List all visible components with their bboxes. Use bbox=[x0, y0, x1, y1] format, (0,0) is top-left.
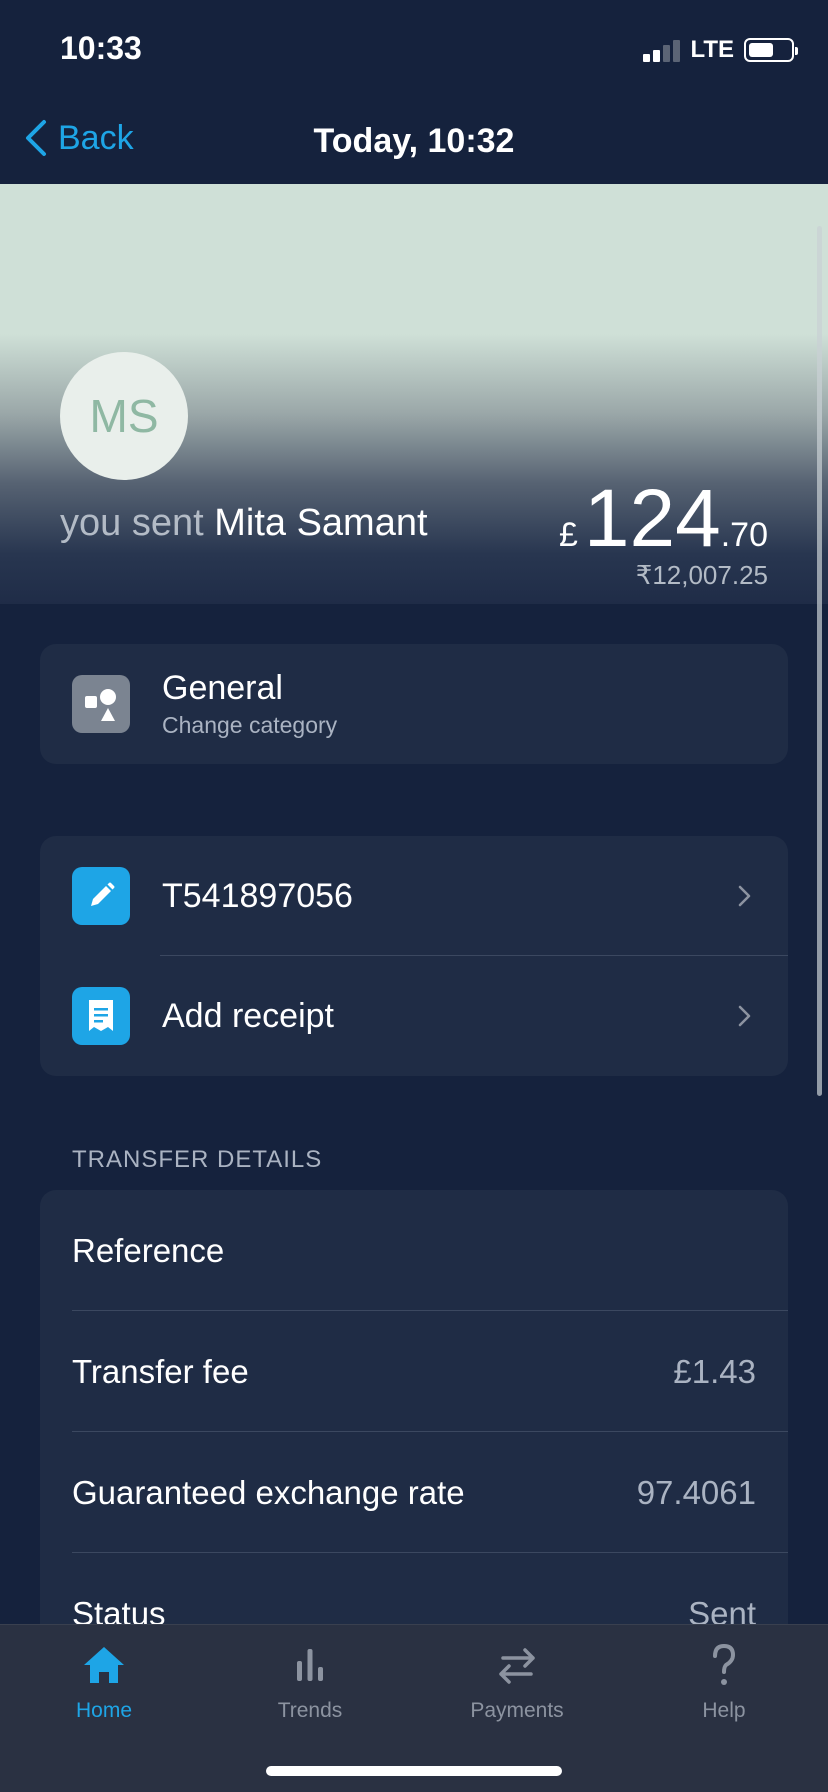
converted-amount: ₹12,007.25 bbox=[635, 560, 768, 590]
note-row[interactable]: T541897056 bbox=[40, 836, 788, 956]
transfer-details-card: Reference Transfer fee £1.43 Guaranteed … bbox=[40, 1190, 788, 1674]
category-title: General bbox=[162, 669, 283, 707]
detail-label: Guaranteed exchange rate bbox=[72, 1473, 465, 1511]
category-row[interactable]: General Change category bbox=[40, 644, 788, 764]
detail-value: 97.4061 bbox=[636, 1473, 756, 1511]
detail-row-transfer-fee: Transfer fee £1.43 bbox=[40, 1311, 788, 1432]
change-category-link[interactable]: Change category bbox=[162, 712, 756, 739]
chevron-right-icon bbox=[738, 1005, 751, 1027]
nav-bar: Back Today, 10:32 bbox=[0, 100, 828, 184]
battery-icon bbox=[744, 38, 798, 62]
tab-label: Home bbox=[75, 1699, 133, 1722]
page-title: Today, 10:32 bbox=[313, 122, 515, 160]
detail-label: Transfer fee bbox=[72, 1352, 249, 1390]
amount: £ 124 .70 bbox=[559, 472, 768, 566]
note-label: T541897056 bbox=[162, 876, 353, 915]
home-icon bbox=[84, 1647, 124, 1683]
tab-trends[interactable]: Trends bbox=[230, 1641, 390, 1723]
recipient-name[interactable]: Mita Samant bbox=[214, 502, 427, 544]
tab-home[interactable]: Home bbox=[24, 1641, 184, 1723]
network-type: LTE bbox=[690, 36, 734, 63]
scrollbar[interactable] bbox=[817, 226, 822, 1096]
bar-chart-icon bbox=[297, 1649, 323, 1681]
status-indicators: LTE bbox=[643, 36, 798, 64]
transaction-header: MS you sent Mita Samant £ 124 .70 ₹12,00… bbox=[0, 184, 828, 604]
add-receipt-label: Add receipt bbox=[162, 996, 334, 1035]
detail-value: £1.43 bbox=[673, 1352, 756, 1390]
shapes-icon bbox=[72, 675, 130, 733]
amount-whole: 124 bbox=[583, 473, 721, 564]
tab-label: Help bbox=[702, 1699, 746, 1722]
status-bar: 10:33 LTE bbox=[0, 0, 828, 100]
pencil-icon bbox=[72, 867, 130, 925]
transfer-arrows-icon bbox=[499, 1648, 535, 1684]
sent-prefix: you sent bbox=[60, 502, 204, 544]
avatar: MS bbox=[60, 352, 188, 480]
receipt-icon bbox=[72, 987, 130, 1045]
detail-row-reference: Reference bbox=[40, 1190, 788, 1311]
category-card[interactable]: General Change category bbox=[40, 644, 788, 764]
question-icon bbox=[713, 1643, 736, 1685]
detail-row-exchange-rate: Guaranteed exchange rate 97.4061 bbox=[40, 1432, 788, 1553]
currency-symbol: £ bbox=[558, 516, 578, 554]
home-indicator[interactable] bbox=[266, 1766, 562, 1776]
section-title: TRANSFER DETAILS bbox=[72, 1146, 323, 1173]
sent-description: you sent Mita Samant bbox=[60, 502, 428, 545]
detail-label: Reference bbox=[72, 1231, 225, 1269]
signal-icon bbox=[643, 38, 681, 62]
tab-help[interactable]: Help bbox=[644, 1641, 804, 1723]
tab-label: Payments bbox=[470, 1699, 564, 1722]
status-time: 10:33 bbox=[60, 30, 142, 66]
add-receipt-row[interactable]: Add receipt bbox=[40, 956, 788, 1076]
actions-card: T541897056 Add receipt bbox=[40, 836, 788, 1076]
tab-label: Trends bbox=[277, 1699, 343, 1722]
tab-payments[interactable]: Payments bbox=[437, 1641, 597, 1723]
amount-decimal: .70 bbox=[720, 516, 768, 554]
chevron-right-icon bbox=[738, 885, 751, 907]
